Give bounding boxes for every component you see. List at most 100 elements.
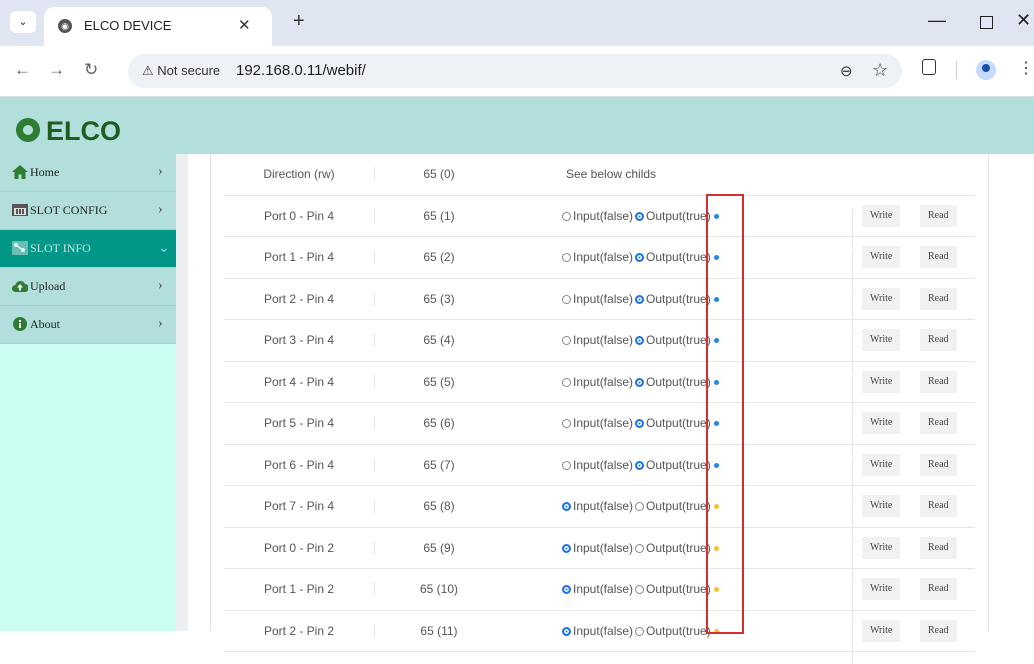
output-radio[interactable] bbox=[635, 627, 644, 636]
input-radio[interactable] bbox=[562, 502, 571, 511]
new-tab-button[interactable]: + bbox=[293, 11, 305, 31]
write-button[interactable]: Write bbox=[862, 537, 900, 559]
browser-tab[interactable]: ◉ ELCO DEVICE ✕ bbox=[44, 7, 272, 46]
direction-options: Input(false) Output(true) bbox=[562, 292, 719, 306]
read-button[interactable]: Read bbox=[920, 454, 957, 476]
input-radio[interactable] bbox=[562, 212, 571, 221]
info-icon bbox=[12, 317, 28, 331]
sidebar-item-slot-info[interactable]: SLOT INFO ⌄ bbox=[0, 230, 176, 268]
input-radio[interactable] bbox=[562, 295, 571, 304]
output-radio[interactable] bbox=[635, 253, 644, 262]
read-button[interactable]: Read bbox=[920, 246, 957, 268]
input-radio[interactable] bbox=[562, 378, 571, 387]
input-option-label[interactable]: Input(false) bbox=[573, 333, 633, 347]
output-option-label[interactable]: Output(true) bbox=[646, 541, 711, 555]
input-radio[interactable] bbox=[562, 253, 571, 262]
menu-icon[interactable]: ⋮ bbox=[1018, 58, 1034, 78]
output-option-label[interactable]: Output(true) bbox=[646, 499, 711, 513]
input-option-label[interactable]: Input(false) bbox=[573, 582, 633, 596]
write-button[interactable]: Write bbox=[862, 205, 900, 227]
output-radio[interactable] bbox=[635, 502, 644, 511]
output-option-label[interactable]: Output(true) bbox=[646, 582, 711, 596]
input-option-label[interactable]: Input(false) bbox=[573, 541, 633, 555]
write-button[interactable]: Write bbox=[862, 578, 900, 600]
write-button[interactable]: Write bbox=[862, 371, 900, 393]
table-row: Port 2 - Pin 265 (11)Input(false)Output(… bbox=[224, 611, 975, 653]
star-icon[interactable]: ☆ bbox=[872, 60, 888, 81]
sidebar-item-home[interactable]: Home › bbox=[0, 154, 176, 192]
forward-icon[interactable]: → bbox=[48, 60, 65, 80]
output-option-label[interactable]: Output(true) bbox=[646, 333, 711, 347]
read-button[interactable]: Read bbox=[920, 495, 957, 517]
read-button[interactable]: Read bbox=[920, 205, 957, 227]
read-button[interactable]: Read bbox=[920, 537, 957, 559]
table-row: Port 3 - Pin 465 (4)Input(false)Output(t… bbox=[224, 320, 975, 362]
sidebar: Home › SLOT CONFIG › SLOT INFO ⌄ Upload … bbox=[0, 154, 176, 631]
tab-search-button[interactable]: ⌄ bbox=[10, 11, 36, 33]
output-option-label[interactable]: Output(true) bbox=[646, 209, 711, 223]
input-option-label[interactable]: Input(false) bbox=[573, 250, 633, 264]
chevron-right-icon: › bbox=[158, 278, 163, 294]
output-radio[interactable] bbox=[635, 336, 644, 345]
read-button[interactable]: Read bbox=[920, 371, 957, 393]
input-option-label[interactable]: Input(false) bbox=[573, 292, 633, 306]
read-button[interactable]: Read bbox=[920, 578, 957, 600]
write-button[interactable]: Write bbox=[862, 412, 900, 434]
input-option-label[interactable]: Input(false) bbox=[573, 416, 633, 430]
direction-options: Input(false) Output(true) bbox=[562, 250, 719, 264]
output-radio[interactable] bbox=[635, 419, 644, 428]
input-option-label[interactable]: Input(false) bbox=[573, 458, 633, 472]
output-radio[interactable] bbox=[635, 585, 644, 594]
input-option-label[interactable]: Input(false) bbox=[573, 209, 633, 223]
input-radio[interactable] bbox=[562, 627, 571, 636]
sidebar-item-about[interactable]: About › bbox=[0, 306, 176, 344]
elco-logo-icon bbox=[16, 118, 40, 142]
output-option-label[interactable]: Output(true) bbox=[646, 292, 711, 306]
input-radio[interactable] bbox=[562, 419, 571, 428]
output-radio[interactable] bbox=[635, 461, 644, 470]
direction-options: Input(false) Output(true) bbox=[562, 541, 719, 555]
input-radio[interactable] bbox=[562, 544, 571, 553]
output-radio[interactable] bbox=[635, 544, 644, 553]
reload-icon[interactable]: ↻ bbox=[84, 60, 98, 80]
security-warning[interactable]: ⚠ Not secure bbox=[142, 63, 220, 79]
port-pin-name: Port 0 - Pin 4 bbox=[224, 209, 374, 223]
output-option-label[interactable]: Output(true) bbox=[646, 416, 711, 430]
output-radio[interactable] bbox=[635, 212, 644, 221]
back-icon[interactable]: ← bbox=[14, 60, 31, 80]
input-option-label[interactable]: Input(false) bbox=[573, 375, 633, 389]
output-option-label[interactable]: Output(true) bbox=[646, 250, 711, 264]
table-row: Port 2 - Pin 465 (3)Input(false)Output(t… bbox=[224, 279, 975, 321]
write-button[interactable]: Write bbox=[862, 329, 900, 351]
extensions-icon[interactable] bbox=[922, 59, 936, 75]
input-radio[interactable] bbox=[562, 585, 571, 594]
close-icon[interactable]: ✕ bbox=[238, 16, 251, 34]
output-radio[interactable] bbox=[635, 295, 644, 304]
sidebar-item-upload[interactable]: Upload › bbox=[0, 268, 176, 306]
write-button[interactable]: Write bbox=[862, 495, 900, 517]
input-radio[interactable] bbox=[562, 461, 571, 470]
write-button[interactable]: Write bbox=[862, 288, 900, 310]
read-button[interactable]: Read bbox=[920, 412, 957, 434]
zoom-icon[interactable]: ⊖ bbox=[840, 62, 853, 80]
minimize-icon[interactable]: — bbox=[928, 10, 946, 31]
write-button[interactable]: Write bbox=[862, 454, 900, 476]
url-text[interactable]: 192.168.0.11/webif/ bbox=[236, 62, 366, 79]
maximize-icon[interactable] bbox=[980, 16, 993, 29]
output-radio[interactable] bbox=[635, 378, 644, 387]
omnibox[interactable]: ⚠ Not secure 192.168.0.11/webif/ ⊖ ☆ bbox=[128, 54, 902, 88]
sidebar-gutter bbox=[176, 154, 188, 631]
write-button[interactable]: Write bbox=[862, 246, 900, 268]
output-option-label[interactable]: Output(true) bbox=[646, 375, 711, 389]
input-option-label[interactable]: Input(false) bbox=[573, 499, 633, 513]
close-window-icon[interactable]: ✕ bbox=[1016, 10, 1031, 31]
input-radio[interactable] bbox=[562, 336, 571, 345]
read-button[interactable]: Read bbox=[920, 288, 957, 310]
profile-icon[interactable] bbox=[976, 60, 996, 80]
sidebar-item-label: Home bbox=[30, 165, 59, 180]
logo-text: ELCO bbox=[46, 116, 121, 147]
sidebar-item-slot-config[interactable]: SLOT CONFIG › bbox=[0, 192, 176, 230]
read-button[interactable]: Read bbox=[920, 329, 957, 351]
output-option-label[interactable]: Output(true) bbox=[646, 458, 711, 472]
port-pin-name: Port 2 - Pin 4 bbox=[224, 292, 374, 306]
